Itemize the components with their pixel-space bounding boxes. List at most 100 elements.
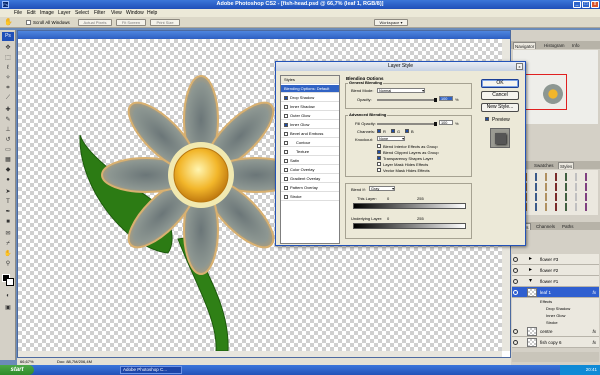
- dialog-close-icon[interactable]: x: [516, 63, 523, 70]
- maximize-button[interactable]: □: [582, 1, 590, 8]
- fill-opacity-slider-handle[interactable]: [434, 122, 437, 126]
- style-item[interactable]: Inner Shadow: [281, 103, 339, 111]
- style-item[interactable]: Styles: [281, 76, 339, 84]
- scroll-all-checkbox[interactable]: [26, 20, 31, 25]
- style-item-checkbox[interactable]: [284, 159, 288, 163]
- brush-tool-icon[interactable]: ✎: [2, 116, 14, 125]
- style-item-checkbox[interactable]: [284, 105, 288, 109]
- menu-window[interactable]: Window: [126, 9, 144, 17]
- visibility-eye-icon[interactable]: [513, 290, 518, 295]
- menu-view[interactable]: View: [111, 9, 122, 17]
- menu-image[interactable]: Image: [40, 9, 54, 17]
- visibility-eye-icon[interactable]: [513, 340, 518, 345]
- fx-icon[interactable]: fx: [592, 287, 596, 298]
- visibility-eye-icon[interactable]: [513, 329, 518, 334]
- layer-row[interactable]: fish copy 6 fx: [512, 337, 599, 348]
- start-button[interactable]: start: [0, 365, 34, 375]
- gradient-tool-icon[interactable]: ▦: [2, 156, 14, 165]
- style-item-checkbox[interactable]: [284, 114, 288, 118]
- style-swatches[interactable]: [515, 173, 595, 211]
- blur-tool-icon[interactable]: ◆: [2, 166, 14, 175]
- style-item[interactable]: Color Overlay: [281, 166, 339, 174]
- print-size-button[interactable]: Print Size: [150, 19, 180, 26]
- layer-row-selected[interactable]: leaf 1 fx: [512, 287, 599, 298]
- crop-tool-icon[interactable]: ⌗: [2, 84, 14, 93]
- opacity-slider-handle[interactable]: [434, 98, 437, 102]
- channel-r-checkbox[interactable]: [377, 129, 381, 133]
- actual-pixels-button[interactable]: Actual Pixels: [78, 19, 112, 26]
- tab-histogram[interactable]: Histogram: [543, 42, 566, 49]
- type-tool-icon[interactable]: T: [2, 198, 14, 207]
- menu-select[interactable]: Select: [75, 9, 89, 17]
- menu-edit[interactable]: Edit: [27, 9, 36, 17]
- zoom-level[interactable]: 66,67%: [20, 358, 34, 365]
- style-item-checkbox[interactable]: [284, 150, 288, 154]
- magic-wand-tool-icon[interactable]: ✧: [2, 74, 14, 83]
- style-item-checkbox[interactable]: [284, 195, 288, 199]
- style-item-checkbox[interactable]: [284, 132, 288, 136]
- visibility-eye-icon[interactable]: [513, 279, 518, 284]
- tab-navigator[interactable]: Navigator: [513, 42, 537, 49]
- blend-interior-checkbox[interactable]: [377, 144, 381, 148]
- lasso-tool-icon[interactable]: ℓ: [2, 64, 14, 73]
- fx-icon[interactable]: fx: [592, 326, 596, 337]
- effect-row[interactable]: Drop Shadow: [512, 305, 599, 312]
- style-item-checkbox[interactable]: [284, 96, 288, 100]
- effect-row[interactable]: Stroke: [512, 319, 599, 326]
- workspace-button[interactable]: Workspace ▾: [374, 19, 408, 26]
- menu-file[interactable]: File: [14, 9, 22, 17]
- screen-mode-icon[interactable]: ▣: [2, 304, 14, 313]
- cancel-button[interactable]: Cancel: [481, 91, 519, 100]
- blend-mode-select[interactable]: Normal ▾: [377, 88, 425, 93]
- style-item-checkbox[interactable]: [284, 141, 288, 145]
- tab-styles[interactable]: Styles: [558, 162, 575, 169]
- tab-info[interactable]: Info: [571, 42, 581, 49]
- background-color-swatch[interactable]: [6, 278, 14, 286]
- channel-g-checkbox[interactable]: [391, 129, 395, 133]
- style-item-checkbox[interactable]: [284, 123, 288, 127]
- style-item[interactable]: Bevel and Emboss: [281, 130, 339, 138]
- channel-b-checkbox[interactable]: [405, 129, 409, 133]
- style-item[interactable]: Pattern Overlay: [281, 184, 339, 192]
- new-style-button[interactable]: New Style...: [481, 103, 519, 112]
- style-item[interactable]: Contour: [281, 139, 339, 147]
- slice-tool-icon[interactable]: ⟋: [2, 94, 14, 103]
- vector-mask-hides-checkbox[interactable]: [377, 168, 381, 172]
- style-item[interactable]: Blending Options: Default: [281, 85, 339, 93]
- effect-row[interactable]: Inner Glow: [512, 312, 599, 319]
- healing-brush-tool-icon[interactable]: ✚: [2, 106, 14, 115]
- style-item[interactable]: Drop Shadow: [281, 94, 339, 102]
- blend-if-select[interactable]: Gray ▾: [369, 186, 395, 191]
- underlying-layer-gradient-slider[interactable]: [353, 223, 466, 229]
- style-item[interactable]: Outer Glow: [281, 112, 339, 120]
- close-button[interactable]: x: [591, 1, 599, 8]
- zoom-tool-icon[interactable]: ⚲: [2, 260, 14, 269]
- pen-tool-icon[interactable]: ✒: [2, 208, 14, 217]
- eraser-tool-icon[interactable]: ▭: [2, 146, 14, 155]
- path-selection-tool-icon[interactable]: ➤: [2, 188, 14, 197]
- preview-checkbox[interactable]: [485, 117, 489, 121]
- notes-tool-icon[interactable]: ✉: [2, 230, 14, 239]
- opacity-slider[interactable]: [377, 99, 435, 101]
- opacity-input[interactable]: 100: [439, 96, 453, 101]
- hand-tool-icon[interactable]: ✋: [2, 250, 14, 259]
- menu-help[interactable]: Help: [147, 9, 157, 17]
- layer-row[interactable]: centre fx: [512, 326, 599, 337]
- hand-tool-icon[interactable]: ✋: [4, 19, 13, 26]
- menu-layer[interactable]: Layer: [58, 9, 71, 17]
- layer-row[interactable]: ▸ flower #2: [512, 265, 599, 276]
- tab-channels[interactable]: Channels: [535, 223, 556, 230]
- shape-tool-icon[interactable]: ■: [2, 218, 14, 227]
- navigator-view-box[interactable]: [525, 74, 567, 110]
- minimize-button[interactable]: _: [573, 1, 581, 8]
- layer-row[interactable]: ▸ flower #3: [512, 254, 599, 265]
- layer-row[interactable]: ▾ flower #1: [512, 276, 599, 287]
- style-item-checkbox[interactable]: [284, 186, 288, 190]
- taskbar-photoshop-item[interactable]: Adobe Photoshop C...: [120, 366, 182, 374]
- style-item[interactable]: Texture: [281, 148, 339, 156]
- eyedropper-tool-icon[interactable]: ⌿: [2, 240, 14, 249]
- marquee-tool-icon[interactable]: ⬚: [2, 54, 14, 63]
- style-item[interactable]: Satin: [281, 157, 339, 165]
- fill-opacity-slider[interactable]: [377, 123, 435, 125]
- style-item[interactable]: Stroke: [281, 193, 339, 201]
